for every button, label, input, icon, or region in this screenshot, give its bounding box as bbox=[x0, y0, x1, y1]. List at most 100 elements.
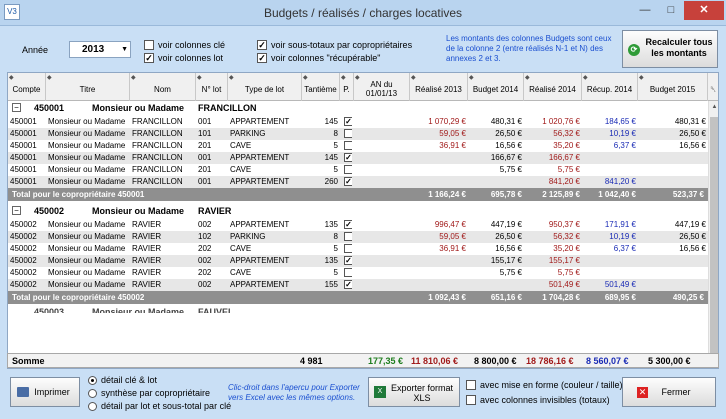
column-header[interactable]: ◆ Budget 2015 bbox=[638, 73, 708, 101]
checkbox-subtotals[interactable]: ✓ voir sous-totaux par copropriétaires bbox=[257, 40, 412, 50]
table-cell: Monsieur ou Madame bbox=[48, 117, 126, 126]
column-header[interactable]: ◆ Budget 2014 bbox=[468, 73, 524, 101]
sort-icon[interactable]: ◆ bbox=[341, 74, 346, 83]
sort-icon[interactable]: ◆ bbox=[303, 74, 308, 83]
table-cell bbox=[356, 152, 408, 164]
column-header[interactable]: ◆ Type de lot bbox=[228, 73, 302, 101]
sort-icon[interactable]: ◆ bbox=[411, 74, 416, 83]
table-row[interactable]: 450002 Monsieur ou Madame RAVIER 102 PARKING… bbox=[8, 231, 708, 243]
column-header[interactable]: ◆ Nom bbox=[130, 73, 196, 101]
collapse-icon[interactable]: − bbox=[12, 206, 21, 215]
sort-icon[interactable]: ◆ bbox=[197, 74, 202, 83]
group-total-row: Total pour le copropriétaire 450002 1 092… bbox=[8, 291, 708, 304]
column-header[interactable]: ◆ Réalisé 2014 bbox=[524, 73, 582, 101]
radio-dot[interactable] bbox=[88, 375, 97, 385]
privative-checkbox[interactable] bbox=[342, 267, 352, 279]
sum-tantieme: 4 981 bbox=[300, 356, 323, 366]
checkbox-mise-en-forme[interactable]: avec mise en forme (couleur / taille) bbox=[466, 380, 623, 390]
checkbox-lot[interactable]: ✓ voir colonnes lot bbox=[144, 53, 223, 63]
table-row[interactable]: 450002 Monsieur ou Madame RAVIER 002 APPARTE… bbox=[8, 279, 708, 291]
privative-checkbox[interactable]: ✓ bbox=[342, 219, 352, 231]
checkbox-box[interactable]: ✓ bbox=[257, 53, 267, 63]
column-header[interactable]: ◆ AN du 01/01/13 bbox=[354, 73, 410, 101]
sort-icon[interactable]: ◆ bbox=[469, 74, 474, 83]
privative-checkbox[interactable]: ✓ bbox=[342, 152, 352, 164]
recalculate-button[interactable]: ⟳ Recalculer tous les montants bbox=[622, 30, 718, 68]
table-cell: 36,91 € bbox=[439, 244, 466, 253]
radio-detail-lot[interactable]: détail par lot et sous-total par clé bbox=[88, 401, 231, 411]
sort-icon[interactable]: ◆ bbox=[355, 74, 360, 83]
table-row[interactable]: 450002 Monsieur ou Madame RAVIER 202 CAVE 5 5,… bbox=[8, 267, 708, 279]
year-select[interactable]: 2013 ▼ bbox=[69, 41, 131, 58]
radio-detail-cle-lot[interactable]: détail clé & lot bbox=[88, 375, 157, 385]
privative-checkbox[interactable] bbox=[342, 231, 352, 243]
radio-synthese[interactable]: synthèse par copropriétaire bbox=[88, 388, 210, 398]
sort-icon[interactable]: ◆ bbox=[229, 74, 234, 83]
sort-icon[interactable]: ◆ bbox=[131, 74, 136, 83]
radio-dot[interactable] bbox=[88, 401, 97, 411]
checkbox-cle[interactable]: voir colonnes clé bbox=[144, 40, 225, 50]
table-row[interactable]: 450001 Monsieur ou Madame FRANCILLON 001 APP… bbox=[8, 152, 708, 164]
print-button[interactable]: Imprimer bbox=[10, 377, 80, 407]
table-cell: APPARTEMENT bbox=[230, 117, 290, 126]
checkbox-box[interactable] bbox=[144, 40, 154, 50]
scroll-up-icon[interactable]: ▲ bbox=[709, 101, 718, 113]
info-text: Les montants des colonnes Budgets sont c… bbox=[446, 34, 612, 63]
column-header[interactable]: ◆ Récup. 2014 bbox=[582, 73, 638, 101]
close-button[interactable]: ✕ Fermer bbox=[622, 377, 716, 407]
checkbox-box[interactable] bbox=[466, 380, 476, 390]
table-row[interactable]: 450001 Monsieur ou Madame FRANCILLON 201 CAV… bbox=[8, 164, 708, 176]
export-label: Exporter format XLS bbox=[390, 383, 454, 403]
collapse-icon[interactable]: − bbox=[12, 103, 21, 112]
table-cell: 450001 bbox=[10, 117, 37, 126]
table-row[interactable]: 450002 Monsieur ou Madame RAVIER 202 CAVE 5 36… bbox=[8, 243, 708, 255]
scroll-thumb[interactable] bbox=[710, 117, 718, 357]
checkbox-box[interactable]: ✓ bbox=[144, 53, 154, 63]
column-header-label: Récup. 2014 bbox=[586, 84, 633, 94]
column-header[interactable]: ◆ Réalisé 2013 bbox=[410, 73, 468, 101]
group-header[interactable]: − 450001 Monsieur ou Madame FRANCILLON bbox=[8, 101, 708, 115]
table-cell: CAVE bbox=[230, 268, 252, 277]
trash-icon[interactable]: ␡ bbox=[708, 73, 718, 101]
column-header[interactable]: ◆ Titre bbox=[46, 73, 130, 101]
maximize-button[interactable]: □ bbox=[658, 1, 684, 20]
table-row[interactable]: 450002 Monsieur ou Madame RAVIER 002 APPARTE… bbox=[8, 255, 708, 267]
privative-checkbox[interactable] bbox=[342, 243, 352, 255]
sort-icon[interactable]: ◆ bbox=[525, 74, 530, 83]
radio-dot[interactable] bbox=[88, 388, 97, 398]
privative-checkbox[interactable]: ✓ bbox=[342, 255, 352, 267]
sort-icon[interactable]: ◆ bbox=[583, 74, 588, 83]
column-header[interactable]: ◆ Compte bbox=[8, 73, 46, 101]
close-window-button[interactable]: ✕ bbox=[684, 1, 724, 20]
column-header[interactable]: ◆ N° lot bbox=[196, 73, 228, 101]
privative-checkbox[interactable]: ✓ bbox=[342, 279, 352, 291]
group-header-partial[interactable]: 450003 Monsieur ou Madame FAUVEL bbox=[8, 307, 708, 313]
sort-icon[interactable]: ◆ bbox=[639, 74, 644, 83]
checkbox-recuperable[interactable]: ✓ voir colonnes "récupérable" bbox=[257, 53, 380, 63]
column-header[interactable]: ◆ Tantième bbox=[302, 73, 340, 101]
privative-checkbox[interactable]: ✓ bbox=[342, 176, 352, 188]
sort-icon[interactable]: ◆ bbox=[9, 74, 14, 83]
table-row[interactable]: 450002 Monsieur ou Madame RAVIER 002 APPARTE… bbox=[8, 219, 708, 231]
column-header[interactable]: ◆ P. bbox=[340, 73, 354, 101]
vertical-scrollbar[interactable]: ▲ ▼ bbox=[708, 101, 718, 368]
table-row[interactable]: 450001 Monsieur ou Madame FRANCILLON 101 PAR… bbox=[8, 128, 708, 140]
checkbox-colonnes-invisibles[interactable]: avec colonnes invisibles (totaux) bbox=[466, 395, 610, 405]
table-row[interactable]: 450001 Monsieur ou Madame FRANCILLON 001 APP… bbox=[8, 176, 708, 188]
export-xls-button[interactable]: X Exporter format XLS bbox=[368, 377, 460, 407]
privative-checkbox[interactable]: ✓ bbox=[342, 116, 352, 128]
minimize-button[interactable]: — bbox=[632, 1, 658, 20]
privative-checkbox[interactable] bbox=[342, 128, 352, 140]
table-cell bbox=[356, 140, 408, 152]
group-header[interactable]: − 450002 Monsieur ou Madame RAVIER bbox=[8, 204, 708, 218]
privative-checkbox[interactable] bbox=[342, 164, 352, 176]
checkbox-box[interactable]: ✓ bbox=[257, 40, 267, 50]
budget-grid[interactable]: ◆ Compte ◆ Titre ◆ Nom ◆ N° lot ◆ Type de lot ◆ Tan… bbox=[7, 72, 719, 369]
table-row[interactable]: 450001 Monsieur ou Madame FRANCILLON 201 CAV… bbox=[8, 140, 708, 152]
export-hint: Clic-droit dans l'apercu pour Exporter v… bbox=[228, 383, 360, 402]
total-recup2014: 1 042,40 € bbox=[598, 190, 636, 199]
sort-icon[interactable]: ◆ bbox=[47, 74, 52, 83]
privative-checkbox[interactable] bbox=[342, 140, 352, 152]
table-row[interactable]: 450001 Monsieur ou Madame FRANCILLON 001 APP… bbox=[8, 116, 708, 128]
checkbox-box[interactable] bbox=[466, 395, 476, 405]
